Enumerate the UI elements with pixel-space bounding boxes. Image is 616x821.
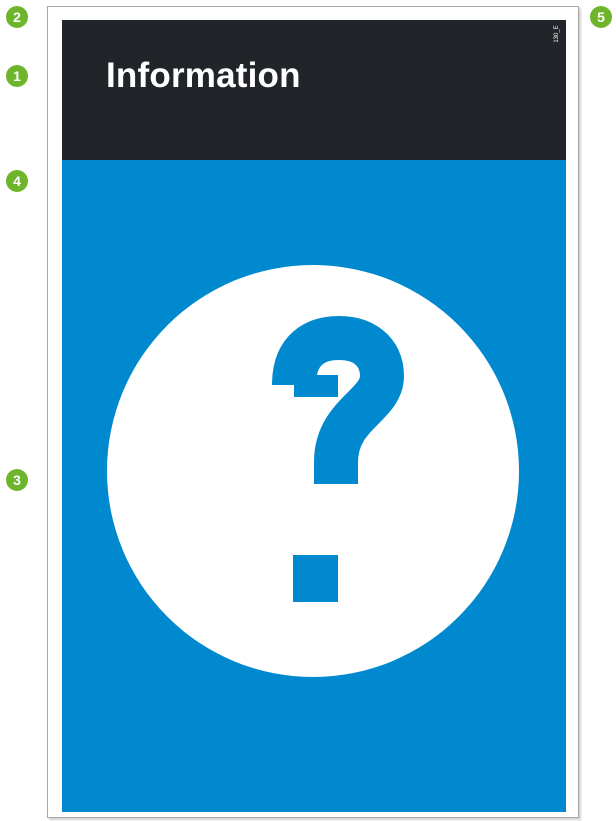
sign-layout-page: Information 130_E 1 2 3 4 5: [0, 0, 616, 821]
sign-code-text: 130_E: [554, 25, 560, 43]
marker-2: 2: [6, 6, 28, 28]
marker-4: 4: [6, 170, 28, 192]
sign-code-label: 130_E: [550, 20, 564, 48]
marker-3: 3: [6, 469, 28, 491]
sign-title: Information: [106, 56, 301, 95]
marker-1: 1: [6, 65, 28, 87]
question-mark-dot: [293, 555, 338, 602]
sign-header-band: Information 130_E: [62, 20, 566, 160]
question-mark-hook-end: [294, 375, 338, 397]
question-mark-icon: [107, 265, 519, 677]
sign-symbol-panel: [62, 160, 566, 812]
marker-5: 5: [590, 6, 612, 28]
